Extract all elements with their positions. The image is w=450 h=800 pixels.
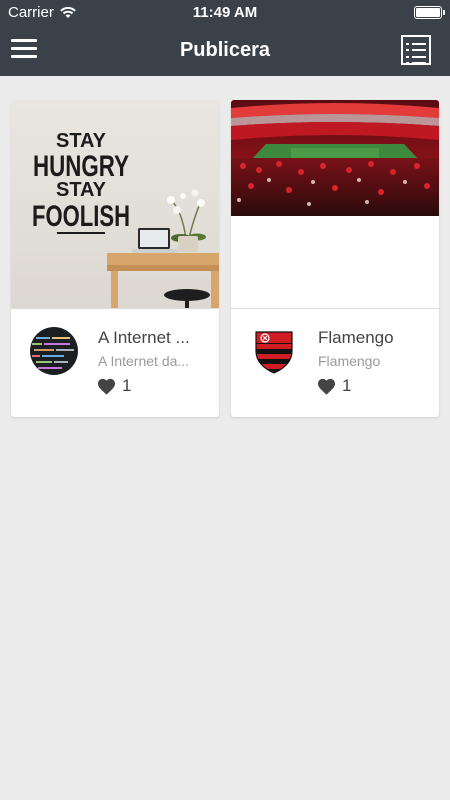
card-subtitle: Flamengo: [318, 353, 381, 369]
like-counter[interactable]: 1: [97, 376, 131, 396]
card-subtitle: A Internet da...: [98, 353, 190, 369]
heart-icon[interactable]: [97, 378, 116, 395]
code-screen-avatar: [30, 327, 78, 375]
card-image: [231, 100, 439, 308]
hamburger-menu-icon[interactable]: [11, 39, 37, 61]
card-divider: [231, 308, 439, 309]
flamengo-crest-avatar: [250, 327, 298, 375]
card-title: Flamengo: [318, 328, 394, 347]
like-counter[interactable]: 1: [317, 376, 351, 396]
stay-hungry-poster-image: STAY HUNGRY STAY FOOLISH: [11, 100, 219, 308]
card-divider: [11, 308, 219, 309]
status-bar: Carrier 11:49 AM: [0, 0, 450, 26]
battery-icon: [414, 6, 445, 19]
like-count: 1: [122, 376, 132, 395]
heart-icon[interactable]: [317, 378, 336, 395]
poster-text-3: STAY: [56, 179, 107, 201]
navigation-bar: Publicera: [0, 26, 450, 76]
list-view-icon[interactable]: [401, 35, 431, 65]
card-image: STAY HUNGRY STAY FOOLISH: [11, 100, 219, 308]
clock: 11:49 AM: [192, 4, 258, 21]
post-card[interactable]: STAY HUNGRY STAY FOOLISH A Internet ... …: [11, 100, 219, 417]
card-title: A Internet ...: [98, 328, 190, 347]
stadium-image: [231, 100, 439, 308]
post-card[interactable]: Flamengo Flamengo 1: [231, 100, 439, 417]
poster-text-4: FOOLISH: [32, 200, 130, 233]
like-count: 1: [342, 376, 352, 395]
poster-text-1: STAY: [56, 130, 107, 152]
page-title: Publicera: [179, 39, 271, 61]
